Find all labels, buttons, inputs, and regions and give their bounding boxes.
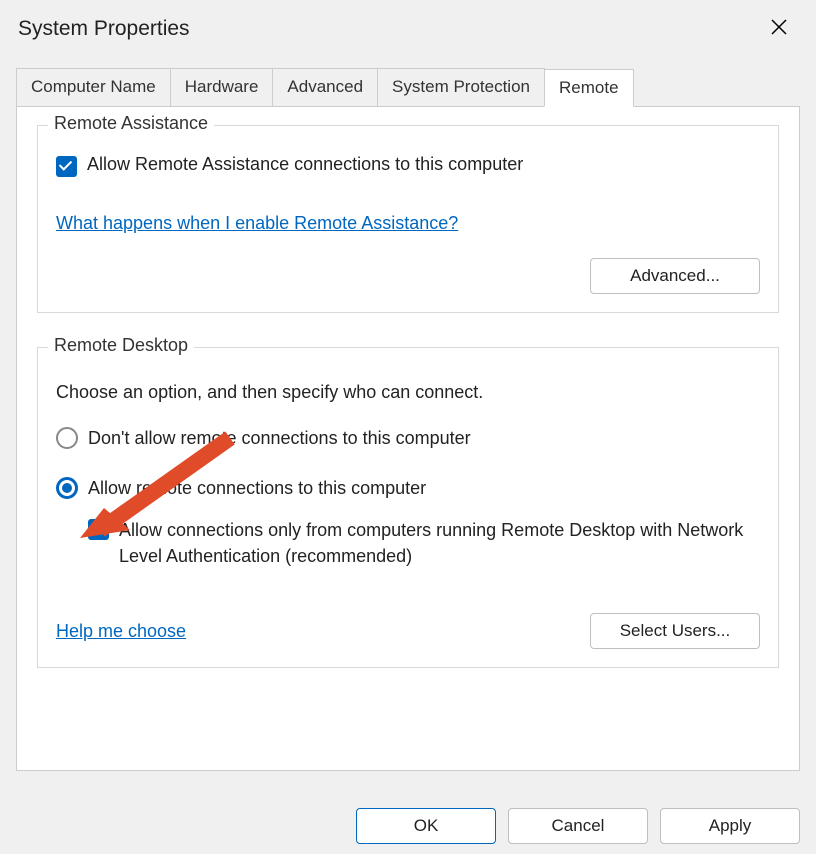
tab-content: Remote Assistance Allow Remote Assistanc… (16, 107, 800, 771)
tab-remote[interactable]: Remote (544, 69, 634, 107)
nla-checkbox-row: Allow connections only from computers ru… (88, 517, 760, 569)
advanced-button-row: Advanced... (56, 258, 760, 294)
tab-system-protection[interactable]: System Protection (377, 68, 545, 106)
advanced-button[interactable]: Advanced... (590, 258, 760, 294)
allow-remote-assistance-label: Allow Remote Assistance connections to t… (87, 154, 523, 175)
dialog-button-row: OK Cancel Apply (356, 808, 800, 844)
remote-assistance-help-link[interactable]: What happens when I enable Remote Assist… (56, 213, 458, 234)
remote-desktop-bottom-row: Help me choose Select Users... (56, 613, 760, 649)
nla-checkbox-label: Allow connections only from computers ru… (119, 517, 760, 569)
tab-hardware[interactable]: Hardware (170, 68, 274, 106)
nla-checkbox[interactable] (88, 519, 109, 540)
allow-remote-assistance-checkbox[interactable] (56, 156, 77, 177)
tab-strip: Computer Name Hardware Advanced System P… (16, 68, 800, 107)
radio-allow-row: Allow remote connections to this compute… (56, 477, 760, 499)
remote-desktop-group: Remote Desktop Choose an option, and the… (37, 347, 779, 668)
radio-dont-allow[interactable] (56, 427, 78, 449)
close-icon[interactable] (760, 12, 798, 46)
help-me-choose-link[interactable]: Help me choose (56, 621, 186, 642)
window-title: System Properties (18, 17, 190, 41)
radio-dont-allow-label: Don't allow remote connections to this c… (88, 428, 471, 449)
remote-desktop-legend: Remote Desktop (48, 335, 194, 356)
select-users-button[interactable]: Select Users... (590, 613, 760, 649)
titlebar: System Properties (0, 0, 816, 54)
remote-assistance-group: Remote Assistance Allow Remote Assistanc… (37, 125, 779, 313)
cancel-button[interactable]: Cancel (508, 808, 648, 844)
radio-dont-allow-row: Don't allow remote connections to this c… (56, 427, 760, 449)
radio-allow-label: Allow remote connections to this compute… (88, 478, 426, 499)
tab-advanced[interactable]: Advanced (272, 68, 378, 106)
ok-button[interactable]: OK (356, 808, 496, 844)
tab-computer-name[interactable]: Computer Name (16, 68, 171, 106)
radio-allow[interactable] (56, 477, 78, 499)
remote-assistance-legend: Remote Assistance (48, 113, 214, 134)
remote-desktop-instruction: Choose an option, and then specify who c… (56, 382, 760, 403)
system-properties-window: System Properties Computer Name Hardware… (0, 0, 816, 854)
apply-button[interactable]: Apply (660, 808, 800, 844)
allow-remote-assistance-row: Allow Remote Assistance connections to t… (56, 154, 760, 177)
